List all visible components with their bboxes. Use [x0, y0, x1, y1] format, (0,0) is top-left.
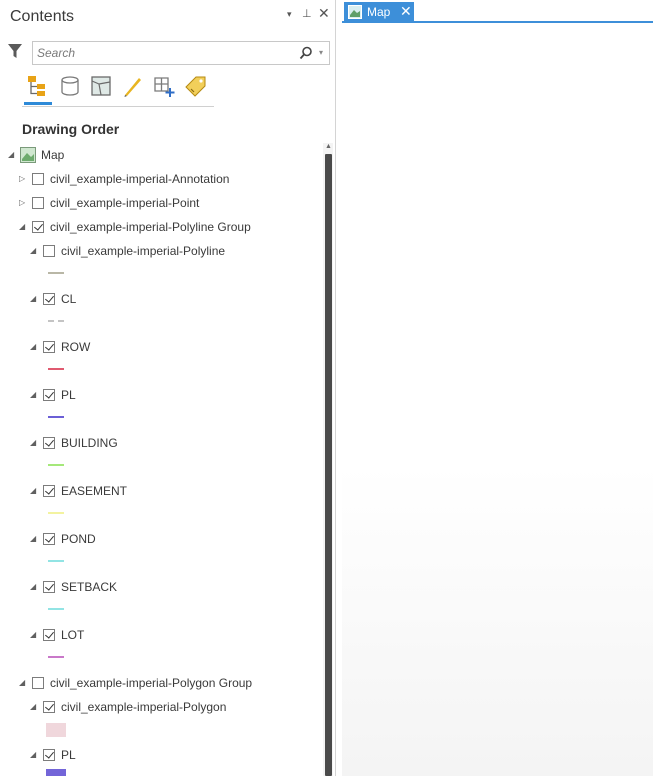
collapse-arrow-icon[interactable]: ◢ [30, 438, 36, 447]
visibility-checkbox[interactable] [43, 629, 55, 641]
visibility-checkbox[interactable] [43, 389, 55, 401]
list-by-editing-icon[interactable] [121, 74, 145, 98]
visibility-checkbox[interactable] [43, 749, 55, 761]
active-tab-indicator [24, 102, 52, 105]
tree-item-label: civil_example-imperial-Polygon Group [50, 676, 253, 690]
tree-item-label: CL [61, 292, 77, 306]
visibility-checkbox[interactable] [43, 293, 55, 305]
pane-title: Contents [10, 8, 75, 25]
map-icon [20, 147, 36, 166]
collapse-arrow-icon[interactable]: ◢ [30, 246, 36, 255]
collapse-arrow-icon[interactable]: ◢ [30, 750, 36, 759]
list-by-drawing-order-icon[interactable] [26, 74, 50, 98]
visibility-checkbox[interactable] [43, 341, 55, 353]
tree-item-label: civil_example-imperial-Point [50, 196, 200, 210]
collapse-arrow-icon[interactable]: ◢ [30, 534, 36, 543]
expand-arrow-icon[interactable]: ▷ [19, 174, 25, 183]
legend-symbol-polygon [46, 723, 66, 737]
search-input[interactable] [37, 44, 287, 62]
scroll-up-arrow-icon[interactable]: ▲ [325, 143, 332, 150]
tab-label: Map [367, 5, 391, 19]
collapse-arrow-icon[interactable]: ◢ [30, 294, 36, 303]
legend-symbol-line [48, 464, 64, 466]
tree-item-label: civil_example-imperial-Polygon [61, 700, 227, 714]
list-by-snapping-icon[interactable] [152, 74, 176, 98]
visibility-checkbox[interactable] [43, 701, 55, 713]
tree-item-label: civil_example-imperial-Polyline [61, 244, 226, 258]
collapse-arrow-icon[interactable]: ◢ [19, 222, 25, 231]
legend-symbol-line [48, 560, 64, 562]
collapse-arrow-icon[interactable]: ◢ [30, 582, 36, 591]
tree-item-label: PL [61, 388, 76, 402]
visibility-checkbox[interactable] [32, 221, 44, 233]
collapse-arrow-icon[interactable]: ◢ [19, 678, 25, 687]
collapse-arrow-icon[interactable]: ◢ [30, 702, 36, 711]
tab-map[interactable]: Map ✕ [344, 2, 414, 22]
legend-symbol-line [48, 512, 64, 514]
list-by-labeling-icon[interactable] [184, 74, 208, 98]
tree-item-label: SETBACK [61, 580, 118, 594]
tree-item-label: civil_example-imperial-Polyline Group [50, 220, 251, 234]
collapse-arrow-icon[interactable]: ◢ [30, 486, 36, 495]
tree-item-label: BUILDING [61, 436, 118, 450]
visibility-checkbox[interactable] [32, 173, 44, 185]
list-by-data-source-icon[interactable] [58, 74, 82, 98]
visibility-checkbox[interactable] [43, 581, 55, 593]
legend-symbol-line [48, 608, 64, 610]
filter-icon[interactable] [8, 43, 22, 64]
close-icon[interactable]: ✕ [400, 3, 412, 20]
visibility-checkbox[interactable] [43, 533, 55, 545]
collapse-arrow-icon[interactable]: ◢ [30, 342, 36, 351]
legend-symbol-line [48, 416, 64, 418]
tree-item-label: ROW [61, 340, 91, 354]
visibility-checkbox[interactable] [43, 245, 55, 257]
pin-icon[interactable]: ⊥ [302, 7, 312, 20]
legend-symbol-dashed-line [48, 320, 64, 322]
tree-item-label: POND [61, 532, 96, 546]
search-options-dropdown[interactable]: ▾ [319, 48, 323, 57]
legend-symbol-line [48, 272, 64, 274]
section-heading: Drawing Order [22, 121, 120, 137]
list-by-selection-icon[interactable] [89, 74, 113, 98]
legend-symbol-polygon [46, 769, 66, 776]
tree-item-label: PL [61, 748, 76, 762]
tree-item-label: EASEMENT [61, 484, 128, 498]
legend-symbol-line [48, 656, 64, 658]
legend-symbol-line [48, 368, 64, 370]
contents-view-tabs [22, 72, 214, 107]
visibility-checkbox[interactable] [32, 197, 44, 209]
collapse-arrow-icon[interactable]: ◢ [8, 150, 14, 159]
pane-options-dropdown[interactable]: ▾ [287, 9, 292, 20]
tree-item-label: LOT [61, 628, 85, 642]
expand-arrow-icon[interactable]: ▷ [19, 198, 25, 207]
search-icon[interactable] [299, 46, 313, 65]
visibility-checkbox[interactable] [32, 677, 44, 689]
scrollbar-thumb[interactable] [325, 154, 332, 776]
search-box[interactable]: ▾ [32, 41, 330, 65]
tree-item-label: civil_example-imperial-Annotation [50, 172, 230, 186]
contents-pane: Contents ▾ ⊥ ✕ ▾ [0, 0, 336, 776]
collapse-arrow-icon[interactable]: ◢ [30, 390, 36, 399]
visibility-checkbox[interactable] [43, 485, 55, 497]
tree-item-label: Map [41, 148, 65, 162]
map-view[interactable] [342, 0, 653, 776]
close-icon[interactable]: ✕ [318, 5, 330, 22]
collapse-arrow-icon[interactable]: ◢ [30, 630, 36, 639]
visibility-checkbox[interactable] [43, 437, 55, 449]
map-icon [348, 5, 362, 22]
